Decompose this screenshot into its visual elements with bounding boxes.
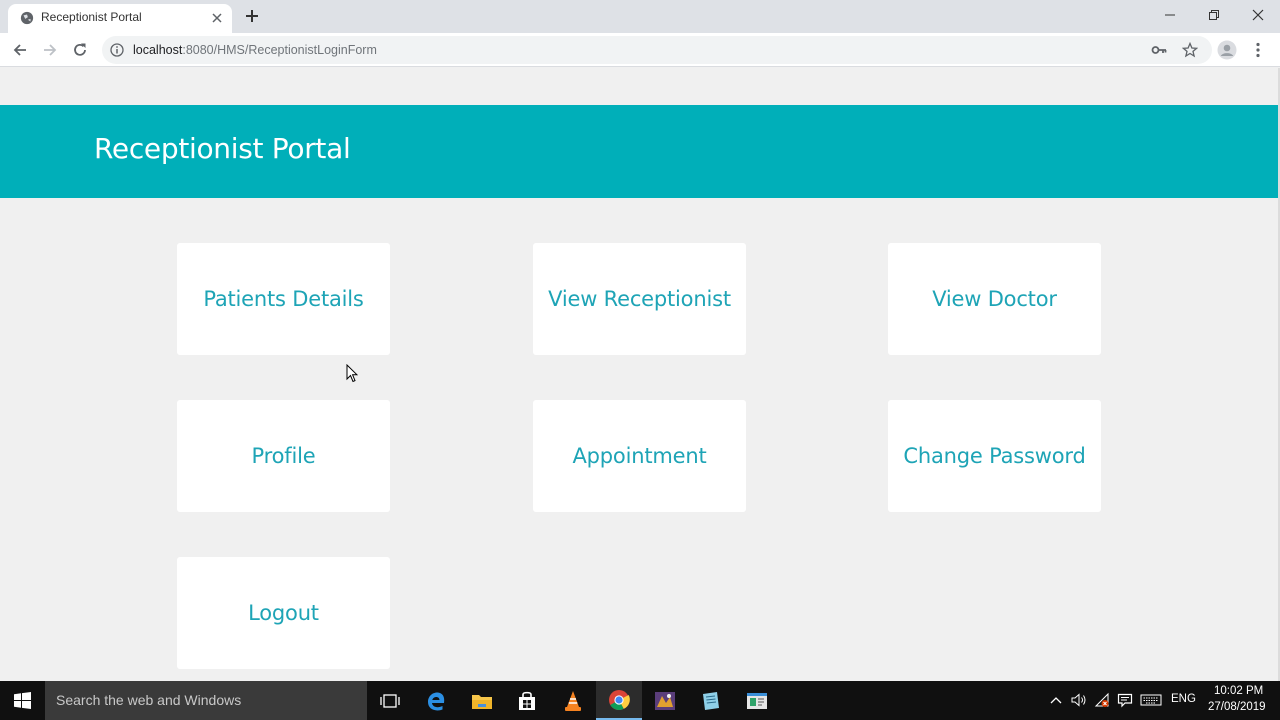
taskbar-app-window[interactable] bbox=[734, 681, 780, 720]
chrome-icon bbox=[609, 689, 630, 710]
folder-icon bbox=[472, 694, 492, 709]
profile-card[interactable]: Profile bbox=[177, 400, 390, 512]
taskbar-edge[interactable] bbox=[413, 681, 459, 720]
taskbar-chrome[interactable] bbox=[596, 681, 642, 720]
back-arrow-icon[interactable] bbox=[11, 41, 29, 59]
windows-taskbar: Search the web and Windows ENG 10:02 PM … bbox=[0, 681, 1280, 720]
taskbar-app-notepad[interactable] bbox=[688, 681, 734, 720]
task-view-button[interactable] bbox=[367, 681, 413, 720]
change-password-card[interactable]: Change Password bbox=[888, 400, 1101, 512]
card-label: View Receptionist bbox=[548, 287, 731, 311]
taskbar-vlc[interactable] bbox=[550, 681, 596, 720]
view-doctor-card[interactable]: View Doctor bbox=[888, 243, 1101, 355]
clock-time[interactable]: 10:02 PM bbox=[1214, 685, 1263, 697]
browser-tab-strip: Receptionist Portal bbox=[0, 0, 1280, 33]
store-bag-icon bbox=[519, 691, 535, 710]
logout-card[interactable]: Logout bbox=[177, 557, 390, 669]
mouse-cursor-icon bbox=[346, 364, 358, 383]
browser-toolbar: localhost:8080/HMS/ReceptionistLoginForm bbox=[0, 33, 1280, 67]
reload-icon[interactable] bbox=[71, 41, 89, 59]
search-placeholder: Search the web and Windows bbox=[56, 692, 242, 708]
restore-button[interactable] bbox=[1192, 0, 1236, 30]
appointment-card[interactable]: Appointment bbox=[533, 400, 746, 512]
info-icon[interactable] bbox=[110, 43, 124, 57]
windows-logo-icon bbox=[14, 692, 31, 709]
minimize-icon bbox=[1165, 14, 1175, 16]
forward-arrow-icon[interactable] bbox=[41, 41, 59, 59]
card-label: View Doctor bbox=[932, 287, 1057, 311]
view-receptionist-card[interactable]: View Receptionist bbox=[533, 243, 746, 355]
network-warning-icon[interactable] bbox=[1094, 692, 1110, 708]
url-path: :8080/HMS/ReceptionistLoginForm bbox=[182, 43, 377, 57]
key-icon[interactable] bbox=[1151, 42, 1167, 58]
keyboard-icon[interactable] bbox=[1140, 692, 1162, 708]
tab-title: Receptionist Portal bbox=[41, 10, 142, 24]
more-menu-icon[interactable] bbox=[1250, 41, 1266, 59]
task-view-icon bbox=[380, 693, 400, 708]
close-window-button[interactable] bbox=[1236, 0, 1280, 30]
profile-avatar-icon[interactable] bbox=[1217, 40, 1237, 60]
taskbar-search-box[interactable]: Search the web and Windows bbox=[45, 681, 367, 720]
globe-icon bbox=[20, 11, 34, 25]
card-label: Patients Details bbox=[203, 287, 364, 311]
taskbar-file-explorer[interactable] bbox=[459, 681, 505, 720]
new-tab-icon[interactable] bbox=[244, 8, 260, 24]
header-banner: Receptionist Portal bbox=[0, 105, 1278, 198]
close-tab-icon[interactable] bbox=[210, 11, 224, 25]
card-label: Logout bbox=[248, 601, 319, 625]
close-icon bbox=[1252, 9, 1264, 21]
vlc-cone-icon bbox=[565, 690, 581, 711]
address-bar[interactable]: localhost:8080/HMS/ReceptionistLoginForm bbox=[102, 36, 1212, 64]
edge-icon bbox=[428, 691, 445, 710]
taskbar-app-game[interactable] bbox=[642, 681, 688, 720]
bookmark-star-icon[interactable] bbox=[1182, 42, 1198, 58]
page-title: Receptionist Portal bbox=[94, 132, 351, 165]
patients-details-card[interactable]: Patients Details bbox=[177, 243, 390, 355]
start-button[interactable] bbox=[0, 681, 45, 720]
minimize-button[interactable] bbox=[1148, 0, 1192, 30]
clock-date[interactable]: 27/08/2019 bbox=[1208, 701, 1266, 713]
action-center-icon[interactable] bbox=[1117, 692, 1133, 708]
browser-tab[interactable]: Receptionist Portal bbox=[8, 4, 232, 33]
volume-icon[interactable] bbox=[1071, 692, 1087, 708]
notepad-icon bbox=[703, 691, 719, 710]
url-text[interactable]: localhost:8080/HMS/ReceptionistLoginForm bbox=[133, 43, 377, 57]
chevron-up-icon[interactable] bbox=[1048, 692, 1064, 708]
page-content: Receptionist Portal Patients Details Vie… bbox=[0, 68, 1278, 681]
card-label: Profile bbox=[251, 444, 316, 468]
card-label: Change Password bbox=[903, 444, 1086, 468]
game-app-icon bbox=[655, 691, 675, 710]
taskbar-store[interactable] bbox=[504, 681, 550, 720]
card-label: Appointment bbox=[572, 444, 707, 468]
url-host: localhost bbox=[133, 43, 183, 57]
language-indicator[interactable]: ENG bbox=[1171, 693, 1196, 705]
restore-icon bbox=[1209, 10, 1219, 20]
app-window-icon bbox=[747, 692, 767, 709]
